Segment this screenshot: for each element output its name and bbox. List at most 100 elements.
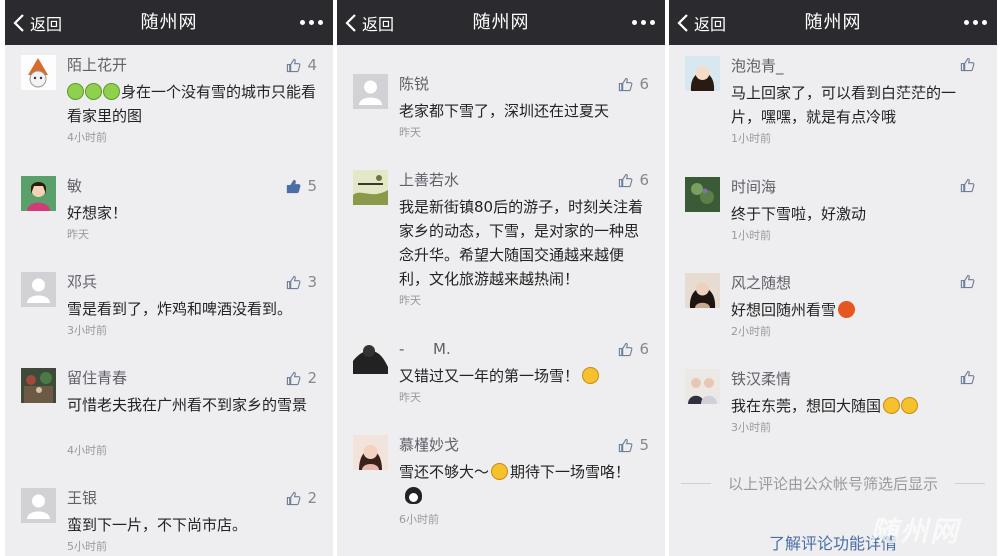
like-button[interactable] xyxy=(960,274,981,289)
avatar[interactable] xyxy=(685,56,720,91)
commenter-name[interactable]: 邓兵 xyxy=(67,272,97,292)
thumbs-up-icon xyxy=(619,342,633,356)
like-button[interactable]: 5 xyxy=(618,436,649,454)
avatar[interactable] xyxy=(353,74,388,109)
comment-text: 可惜老夫我在广州看不到家乡的雪景 xyxy=(67,396,308,414)
comments-panel-2: 返回 随州网 陈锐 6 老家都下雪了，深圳还在过夏天 昨天 上善若水 6 我是新… xyxy=(337,0,665,556)
avatar[interactable] xyxy=(353,339,388,374)
avatar[interactable] xyxy=(685,177,720,212)
like-button[interactable]: 4 xyxy=(286,56,317,74)
comment-text: 又错过又一年的第一场雪！ xyxy=(399,364,651,388)
more-button[interactable] xyxy=(300,0,323,45)
like-button[interactable]: 5 xyxy=(286,177,317,195)
like-count: 6 xyxy=(639,340,649,358)
thumbs-up-icon xyxy=(287,371,301,385)
avatar[interactable] xyxy=(21,55,56,90)
avatar[interactable] xyxy=(353,170,388,205)
more-button[interactable] xyxy=(964,0,987,45)
navbar: 返回 随州网 xyxy=(669,0,997,45)
penguin-emoji-icon xyxy=(405,487,422,504)
avatar[interactable] xyxy=(685,273,720,308)
default-avatar-icon xyxy=(21,272,56,307)
commenter-name[interactable]: 泡泡青_ xyxy=(731,56,784,76)
thumbs-up-icon xyxy=(287,491,301,505)
like-count: 4 xyxy=(307,56,317,74)
comment-time: 2小时前 xyxy=(731,325,771,338)
default-avatar-icon xyxy=(21,488,56,523)
more-dots-icon xyxy=(300,20,305,25)
like-button[interactable]: 6 xyxy=(618,171,649,189)
commenter-name[interactable]: 王银 xyxy=(67,488,97,508)
like-button[interactable]: 6 xyxy=(618,75,649,93)
emoji-icon xyxy=(491,463,509,480)
thumbs-up-icon xyxy=(619,173,633,187)
comment-text: 我是新街镇80后的游子，时刻关注着家乡的动态，下雪，是对家的一种思念升华。希望大… xyxy=(399,198,644,288)
thumbs-up-icon xyxy=(960,178,975,193)
commenter-name[interactable]: 时间海 xyxy=(731,177,776,197)
comment-text: 好想家！ xyxy=(67,204,128,222)
commenter-name[interactable]: 慕槿妙戈 xyxy=(399,435,459,455)
avatar[interactable] xyxy=(353,435,388,470)
emoji-icon xyxy=(85,83,102,100)
like-button[interactable]: 3 xyxy=(286,273,317,291)
avatar[interactable] xyxy=(21,272,56,307)
avatar[interactable] xyxy=(21,368,56,403)
navbar: 返回 随州网 xyxy=(337,0,665,45)
back-button[interactable]: 返回 xyxy=(13,0,62,45)
back-label: 返回 xyxy=(694,14,727,34)
thumbs-up-icon xyxy=(619,77,633,91)
comment-text: 身在一个没有雪的城市只能看看家里的图 xyxy=(67,83,317,125)
commenter-name[interactable]: 敏 xyxy=(67,176,82,196)
default-avatar-icon xyxy=(353,74,388,109)
like-count: 5 xyxy=(639,436,649,454)
avatar[interactable] xyxy=(685,369,720,404)
emoji-icon xyxy=(838,301,856,318)
avatar[interactable] xyxy=(21,488,56,523)
comment-time: 昨天 xyxy=(399,391,421,404)
comment-time: 1小时前 xyxy=(731,229,771,242)
like-button[interactable]: 2 xyxy=(286,369,317,387)
commenter-name[interactable]: 上善若水 xyxy=(399,170,459,190)
commenter-name[interactable]: 风之随想 xyxy=(731,273,791,293)
emoji-icon xyxy=(901,397,919,414)
thumbs-up-icon xyxy=(960,57,975,72)
like-button[interactable] xyxy=(960,178,981,193)
like-button[interactable]: 6 xyxy=(618,340,649,358)
comment-time: 6小时前 xyxy=(399,513,439,526)
back-label: 返回 xyxy=(30,14,63,34)
emoji-icon xyxy=(582,367,600,384)
back-button[interactable]: 返回 xyxy=(677,0,726,45)
commenter-name[interactable]: - M. xyxy=(399,339,451,359)
comment-text: 终于下雪啦，好激动 xyxy=(731,205,867,223)
back-label: 返回 xyxy=(362,14,395,34)
comment-time: 昨天 xyxy=(399,126,421,139)
watermark-logo: 随州网 xyxy=(870,515,961,548)
commenter-name[interactable]: 铁汉柔情 xyxy=(731,369,791,389)
avatar[interactable] xyxy=(21,176,56,211)
comment-text: 老家都下雪了，深圳还在过夏天 xyxy=(399,102,610,120)
like-button[interactable] xyxy=(960,57,981,72)
like-button[interactable]: 2 xyxy=(286,489,317,507)
comment-time: 5小时前 xyxy=(67,540,107,553)
filter-note: 以上评论由公众帐号筛选后显示 xyxy=(669,473,997,494)
like-button[interactable] xyxy=(960,370,981,385)
like-count: 3 xyxy=(307,273,317,291)
comment-text: 雪还不够大～ 期待下一场雪咯！ xyxy=(399,460,651,508)
emoji-icon xyxy=(103,83,120,100)
comment-time: 3小时前 xyxy=(731,421,771,434)
thumbs-up-icon xyxy=(287,179,301,193)
commenter-name[interactable]: 留住青春 xyxy=(67,368,127,388)
comment-text: 马上回家了，可以看到白茫茫的一片，嘿嘿，就是有点冷哦 xyxy=(731,84,957,126)
comments-panel-1: 返回 随州网 陌上花开 4 身在一个没有雪的城市只能看看家里的图 4小时前 敏 … xyxy=(5,0,333,556)
comment-time: 昨天 xyxy=(67,228,89,241)
comment-time: 4小时前 xyxy=(67,131,107,144)
commenter-name[interactable]: 陈锐 xyxy=(399,74,429,94)
like-count: 6 xyxy=(639,75,649,93)
emoji-icon xyxy=(883,397,901,414)
comment-text: 蛮到下一片，不下尚市店。 xyxy=(67,516,248,534)
more-button[interactable] xyxy=(632,0,655,45)
back-button[interactable]: 返回 xyxy=(345,0,394,45)
commenter-name[interactable]: 陌上花开 xyxy=(67,55,127,75)
comment-time: 4小时前 xyxy=(67,444,107,457)
like-count: 2 xyxy=(307,489,317,507)
